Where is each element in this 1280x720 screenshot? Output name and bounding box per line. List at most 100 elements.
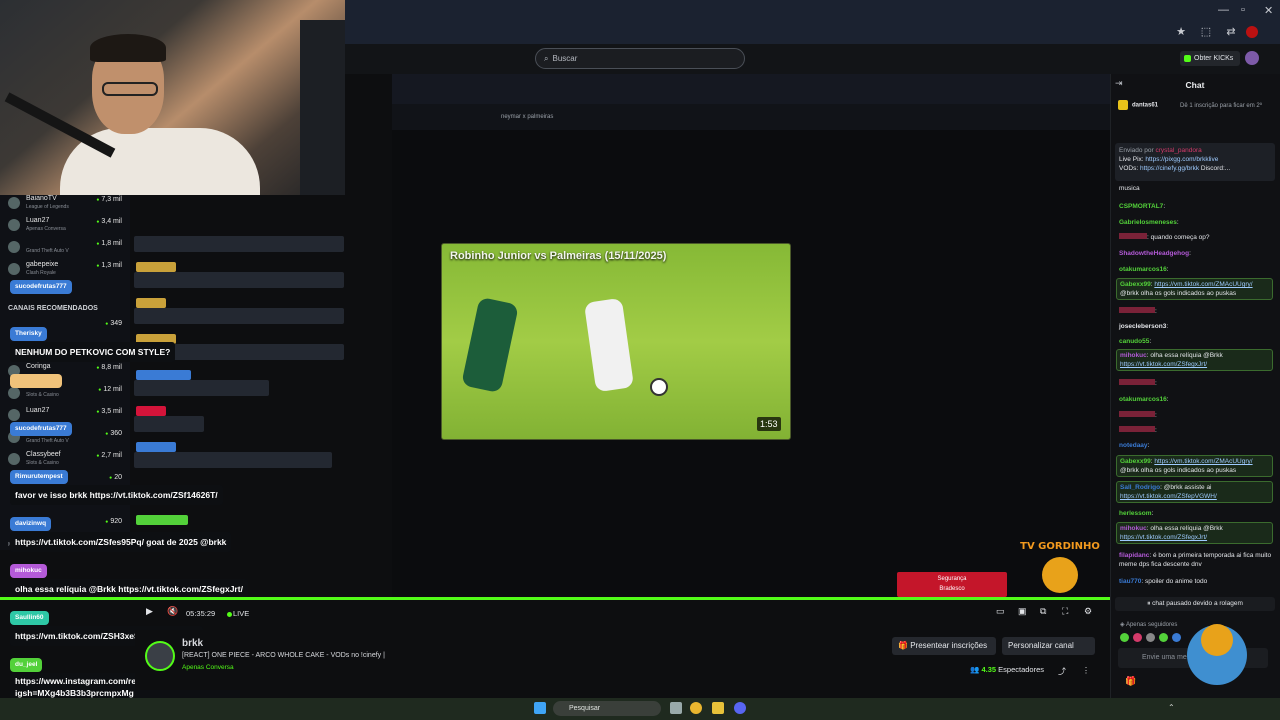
recommended-channel[interactable]: BaianoTV League of Legends 7,3 mil [8,194,126,214]
viewer-number-suffix: 5 [991,665,997,674]
overlay-chat-user [10,374,62,388]
chat-username[interactable]: canudo55 [1119,338,1149,345]
chat-link[interactable]: https://vt.tiktok.com/ZSfegxJrt/ [1120,361,1207,368]
maximize-icon[interactable]: ▫ [1241,4,1245,16]
task-view-icon[interactable] [670,702,682,714]
chat-username[interactable]: otakumarcos16 [1119,266,1167,273]
subscriber-text: Dê 1 inscrição para ficar em 2º [1180,103,1262,109]
chat-link[interactable]: https://vt.tiktok.com/ZSfegxJrt/ [1120,534,1207,541]
chat-username[interactable]: CSPMORTAL7 [1119,203,1163,210]
star-icon[interactable]: ★ [1175,26,1187,38]
chevron-up-icon[interactable]: ⌃ [1168,703,1175,712]
pinned-line: Live Pix: https://pixgg.com/brkklive [1119,155,1271,164]
start-menu-icon[interactable] [534,702,546,714]
emote-icon[interactable] [1146,633,1155,642]
chat-username[interactable]: Gabexx99 [1120,281,1151,288]
overlay-blur-tag [136,370,191,380]
more-icon[interactable]: ⋮ [1082,666,1090,675]
gift-icon[interactable]: 🎁 [1125,676,1136,687]
overlay-chat-user: mihokuc [10,564,47,578]
chat-text: olha essa relíquia @Brkk [1150,525,1223,532]
chat-username[interactable]: Gabrielosmeneses [1119,219,1177,226]
chat-link[interactable]: https://vm.tiktok.com/ZMAcUUgry/ [1154,458,1252,465]
play-icon[interactable]: ▶ [146,606,153,617]
volume-icon[interactable]: 🔇 [167,606,178,617]
minimize-icon[interactable]: — [1218,4,1229,16]
overlay-chat-message: NENHUM DO PETKOVIC COM STYLE? [10,342,176,362]
chat-username[interactable]: josecleberson3 [1119,323,1166,330]
pip-icon[interactable]: ▣ [1018,606,1027,617]
chat-username[interactable]: ShadowtheHeadgehog [1119,250,1189,257]
avatar[interactable] [1245,51,1259,65]
chat-username[interactable] [1119,379,1155,385]
streamer-name[interactable]: brkk [182,638,203,649]
chat-username[interactable] [1119,233,1147,239]
customize-channel-button[interactable]: Personalizar canal [1002,637,1095,655]
chat-link[interactable]: https://vm.tiktok.com/ZMAcUUgry/ [1154,281,1252,288]
stream-time: 05:35:29 [186,609,216,618]
emote-icon[interactable] [1133,633,1142,642]
extensions-icon[interactable]: ⬚ [1200,26,1212,38]
pinned-link[interactable]: https://cinefy.gg/brkk [1140,165,1199,172]
chat-message: mihokuc: olha essa relíquia @Brkk https:/… [1116,522,1273,544]
gift-subs-button[interactable]: 🎁 Presentear inscrições [892,637,996,655]
chat-username[interactable] [1119,307,1155,313]
stream-category[interactable]: Apenas Conversa [182,664,234,671]
emote-icon[interactable] [1120,633,1129,642]
cast-icon[interactable]: ⇄ [1225,26,1237,38]
overlay-blur-tag [136,442,176,452]
search-input[interactable]: ⌕ Buscar [535,48,745,69]
chat-username[interactable]: notedaay [1119,442,1148,449]
recommended-channel[interactable]: Classybeef Slots & Casino 2,7 mil [8,450,126,470]
file-explorer-icon[interactable] [712,702,724,714]
overlay-blur-tag [136,406,166,416]
profile-icon[interactable] [1246,26,1258,38]
get-kicks-button[interactable]: Obter KICKs [1180,51,1240,66]
chrome-icon[interactable] [690,702,702,714]
viewer-count: 1,3 mil [96,262,122,269]
chat-username[interactable]: filapidanc [1119,552,1149,559]
settings-gear-icon[interactable]: ⚙ [1084,606,1092,617]
discord-icon[interactable] [734,702,746,714]
chat-username[interactable]: mihokuc [1120,352,1147,359]
close-icon[interactable]: ✕ [1264,4,1273,17]
recommended-channel[interactable]: Luan27 Apenas Conversa 3,4 mil [8,216,126,236]
people-icon: 👥 [970,665,982,674]
pinned-message[interactable]: Enviado por crystal_pandora Live Pix: ht… [1115,143,1275,181]
pinned-line: VODs: https://cinefy.gg/brkk Discord:... [1119,164,1271,173]
pinned-link[interactable]: https://pixgg.com/brkklive [1145,156,1218,163]
chat-link[interactable]: https://vt.tiktok.com/ZSfepVGWH/ [1120,493,1217,500]
stream-title: [REACT] ONE PIECE - ARCO WHOLE CAKE - VO… [182,652,385,659]
taskbar-search[interactable]: Pesquisar [553,701,661,716]
chat-message: Gabexx99: https://vm.tiktok.com/ZMAcUUgr… [1116,455,1273,477]
theater-mode-icon[interactable]: ▭ [996,606,1005,617]
avatar [8,263,20,275]
overlay-chat-user: Rimurutempest [10,470,68,484]
avatar [8,219,20,231]
chat-username[interactable]: otakumarcos16 [1119,396,1167,403]
chat-username[interactable] [1119,426,1155,432]
chat-username[interactable]: tiau770 [1119,578,1141,585]
recommended-channel[interactable]: gabepeixe Clash Royale 1,3 mil [8,260,126,280]
chat-text: quando começa op? [1150,234,1210,241]
recommended-channel[interactable]: Grand Theft Auto V 1,8 mil [8,238,126,258]
pinned-suffix: Discord:... [1200,165,1231,172]
share-icon[interactable]: ⤴ [1058,666,1066,677]
viewer-count: 3,4 mil [96,218,122,225]
chat-username[interactable]: Sall_Rodrigo [1120,484,1160,491]
clip-icon[interactable]: ⧉ [1040,606,1046,617]
overlay-blur-row [134,308,344,324]
chat-message: : [1119,307,1274,316]
fullscreen-icon[interactable]: ⛶ [1062,606,1068,617]
overlay-chat-user: Therisky [10,327,47,341]
chat-username[interactable]: herlessom [1119,510,1152,517]
chat-username[interactable]: Gabexx99 [1120,458,1151,465]
overlay-blur-tag [136,515,188,525]
chat-username[interactable]: mihokuc [1120,525,1147,532]
avatar[interactable] [145,641,175,671]
viewer-count: 349 [105,320,122,327]
channel-category: Slots & Casino [26,460,59,466]
chat-message: mihokuc: olha essa relíquia @Brkk https:/… [1116,349,1273,371]
chat-username[interactable] [1119,411,1155,417]
collapse-chat-icon[interactable]: ⇥ [1115,78,1123,89]
